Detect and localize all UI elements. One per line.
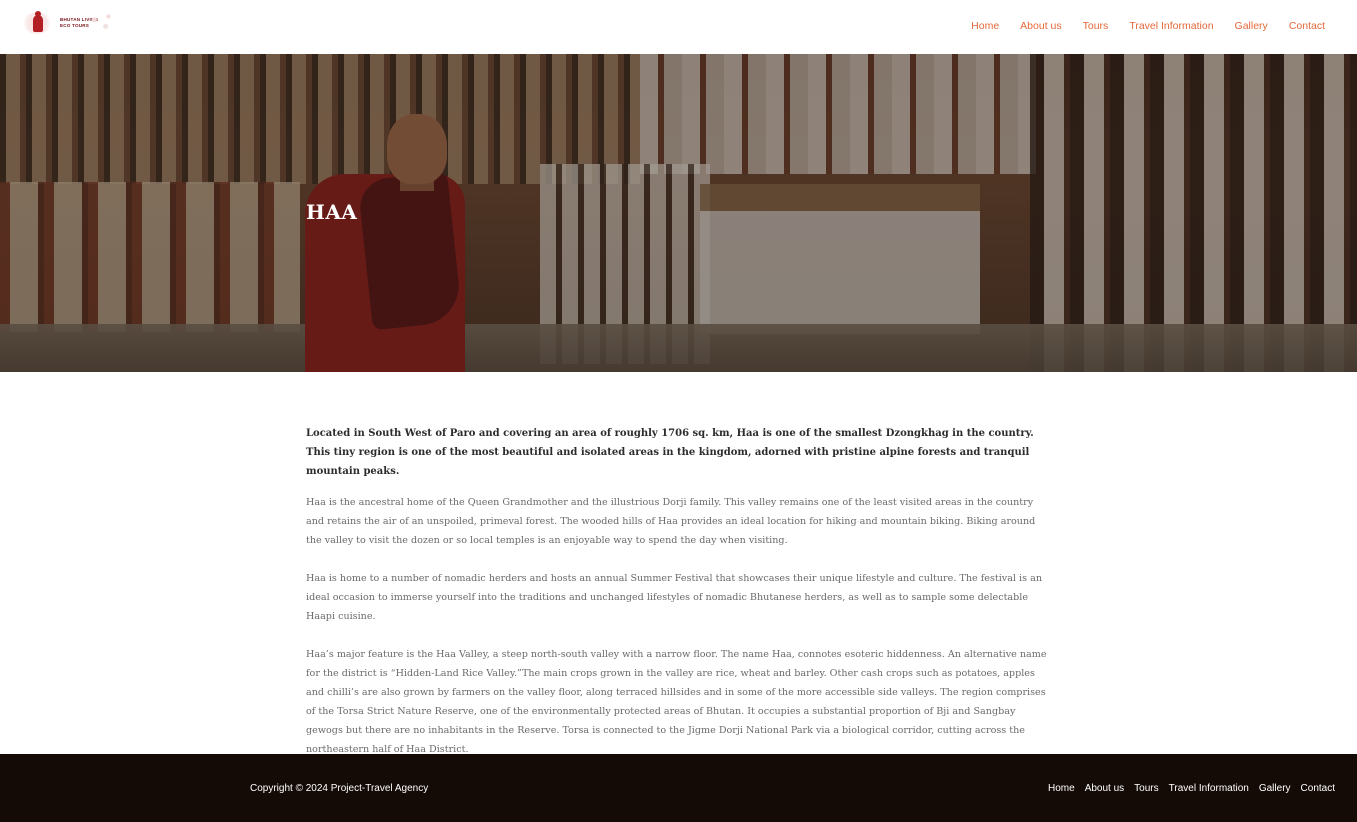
nav-contact[interactable]: Contact [1289,20,1325,32]
page-title: HAA [306,200,358,224]
footer-nav: Home About us Tours Travel Information G… [1038,783,1335,794]
site-footer: Copyright © 2024 Project-Travel Agency H… [0,754,1357,822]
footer-nav-about-us[interactable]: About us [1085,783,1124,794]
nav-about-us[interactable]: About us [1020,20,1061,32]
main-content: Located in South West of Paro and coveri… [306,424,1052,778]
footer-nav-tours[interactable]: Tours [1134,783,1158,794]
site-logo[interactable]: BHUTAN LIVING ECO TOURS [22,9,114,36]
nav-gallery[interactable]: Gallery [1235,20,1268,32]
monk-logo-icon [22,9,52,36]
copyright-text: Copyright © 2024 Project-Travel Agency [250,783,429,794]
hero-banner: HAA [0,54,1357,372]
main-nav: Home About us Tours Travel Information G… [950,20,1325,32]
footer-nav-gallery[interactable]: Gallery [1259,783,1291,794]
lead-paragraph: Located in South West of Paro and coveri… [306,428,1034,477]
footer-nav-home[interactable]: Home [1048,783,1075,794]
footer-nav-contact[interactable]: Contact [1301,783,1335,794]
footer-nav-travel-information[interactable]: Travel Information [1169,783,1249,794]
body-paragraph: Haa is the ancestral home of the Queen G… [306,497,1036,546]
body-paragraph: Haa’s major feature is the Haa Valley, a… [306,649,1047,755]
body-paragraph: Haa is home to a number of nomadic herde… [306,573,1042,622]
logo-decoration [86,11,114,33]
nav-tours[interactable]: Tours [1083,20,1109,32]
site-header: BHUTAN LIVING ECO TOURS Home About us To… [0,0,1357,54]
nav-travel-information[interactable]: Travel Information [1129,20,1213,32]
hero-overlay [0,54,1357,372]
nav-home[interactable]: Home [971,20,999,32]
